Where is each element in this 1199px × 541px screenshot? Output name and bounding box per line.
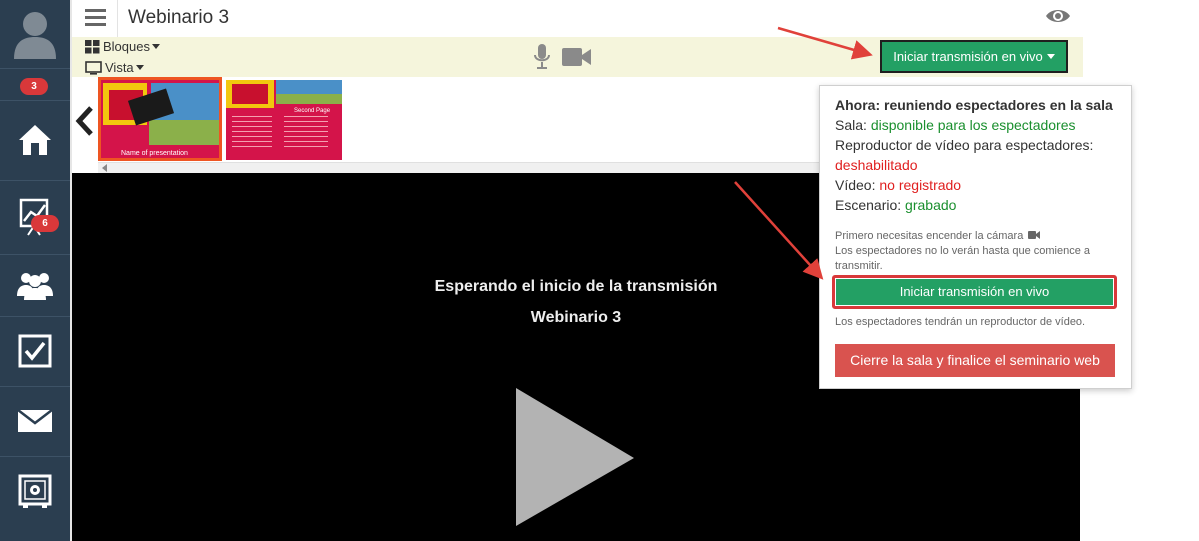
arrow-to-dropdown	[777, 26, 873, 60]
annotation-arrows	[734, 26, 873, 280]
arrow-to-start-button	[734, 181, 824, 280]
